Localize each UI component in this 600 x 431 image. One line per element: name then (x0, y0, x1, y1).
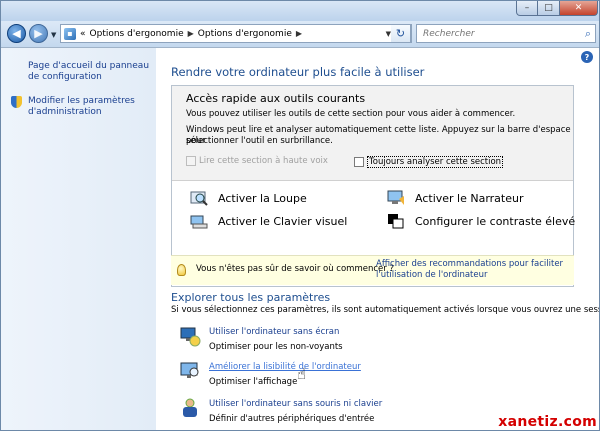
lightbulb-icon (177, 264, 186, 276)
content-area: Page d'accueil du panneau de configurati… (1, 47, 600, 430)
caption-buttons: – □ ✕ (516, 1, 598, 16)
read-aloud-checkbox[interactable]: Lire cette section à haute voix (186, 156, 328, 166)
back-arrow-icon: ◀ (12, 27, 21, 40)
read-aloud-label: Lire cette section à haute voix (199, 156, 328, 166)
left-pane: Page d'accueil du panneau de configurati… (1, 48, 156, 430)
search-input[interactable] (417, 25, 577, 42)
close-button[interactable]: ✕ (560, 1, 598, 16)
address-bar[interactable]: ▪ « Options d'ergonomie ▶ Options d'ergo… (60, 24, 412, 43)
alternative-input-icon (183, 398, 197, 417)
explore-subtitle: Si vous sélectionnez ces paramètres, ils… (171, 305, 600, 315)
explore-title: Explorer tous les paramètres (171, 291, 331, 304)
no-mouse-keyboard-desc: Définir d'autres périphériques d'entrée (209, 414, 375, 424)
magnifier-icon (190, 190, 208, 206)
forward-button[interactable]: ▶ (29, 24, 48, 43)
readability-link[interactable]: Améliorer la lisibilité de l'ordinateur (209, 362, 361, 372)
minimize-button[interactable]: – (516, 1, 538, 16)
help-icon[interactable]: ? (581, 51, 593, 63)
magnifier-button[interactable]: Activer la Loupe (190, 190, 307, 206)
breadcrumb-separator-icon[interactable]: ▶ (296, 29, 302, 38)
always-scan-checkbox[interactable]: Toujours analyser cette section (354, 156, 504, 168)
narrator-icon (387, 190, 405, 206)
tip-question: Vous n'êtes pas sûr de savoir où commenc… (196, 264, 394, 274)
contrast-icon (387, 213, 405, 229)
recommendation-tip: Vous n'êtes pas sûr de savoir où commenc… (171, 255, 574, 285)
control-panel-home-link[interactable]: Page d'accueil du panneau de configurati… (28, 61, 153, 83)
uac-shield-icon (11, 96, 22, 108)
back-button[interactable]: ◀ (7, 24, 26, 43)
search-box[interactable]: ⌕ (416, 24, 596, 43)
readability-desc: Optimiser l'affichage (209, 377, 298, 387)
maximize-button[interactable]: □ (538, 1, 560, 16)
breadcrumb-separator-icon[interactable]: ▶ (188, 29, 194, 38)
refresh-icon: ↻ (395, 27, 406, 40)
breadcrumb-item-2[interactable]: Options d'ergonomie (198, 29, 292, 39)
on-screen-keyboard-button[interactable]: Activer le Clavier visuel (190, 213, 347, 229)
control-panel-window: – □ ✕ ◀ ▶ ▼ ▪ « Options d'ergonomie ▶ Op… (0, 0, 600, 431)
watermark: xanetiz.com (498, 414, 597, 430)
checkbox-box (354, 157, 364, 167)
narrator-button[interactable]: Activer le Narrateur (387, 190, 524, 206)
refresh-button[interactable]: ↻ (391, 24, 411, 43)
forward-arrow-icon: ▶ (34, 27, 43, 40)
recommendations-link[interactable]: Afficher des recommandations pour facili… (376, 259, 566, 281)
quick-access-text-1: Vous pouvez utiliser les outils de cette… (186, 109, 516, 119)
checkbox-box (186, 156, 196, 166)
no-display-link[interactable]: Utiliser l'ordinateur sans écran (209, 327, 339, 337)
navigation-bar: ◀ ▶ ▼ ▪ « Options d'ergonomie ▶ Options … (1, 21, 599, 47)
search-icon[interactable]: ⌕ (585, 27, 591, 41)
breadcrumb-overflow[interactable]: « (80, 29, 86, 39)
title-bar: – □ ✕ (1, 1, 599, 21)
display-readability-icon (180, 362, 199, 378)
no-display-icon (180, 327, 201, 347)
control-panel-icon: ▪ (64, 27, 76, 40)
recent-pages-dropdown[interactable]: ▼ (51, 31, 56, 39)
high-contrast-button[interactable]: Configurer le contraste élevé (387, 213, 575, 229)
admin-settings-link[interactable]: Modifier les paramètres d'administration (28, 96, 148, 118)
hand-cursor-icon: ☝ (297, 365, 307, 383)
quick-access-header: Accès rapide aux outils courants Vous po… (172, 86, 573, 181)
page-title: Rendre votre ordinateur plus facile à ut… (171, 65, 425, 79)
quick-access-title: Accès rapide aux outils courants (186, 92, 366, 105)
always-scan-label: Toujours analyser cette section (367, 156, 504, 168)
quick-access-text-3: sélectionner l'outil en surbrillance. (186, 136, 333, 146)
no-display-desc: Optimiser pour les non-voyants (209, 342, 343, 352)
breadcrumb-item-1[interactable]: Options d'ergonomie (90, 29, 184, 39)
keyboard-icon (190, 213, 208, 229)
no-mouse-keyboard-link[interactable]: Utiliser l'ordinateur sans souris ni cla… (209, 399, 382, 409)
